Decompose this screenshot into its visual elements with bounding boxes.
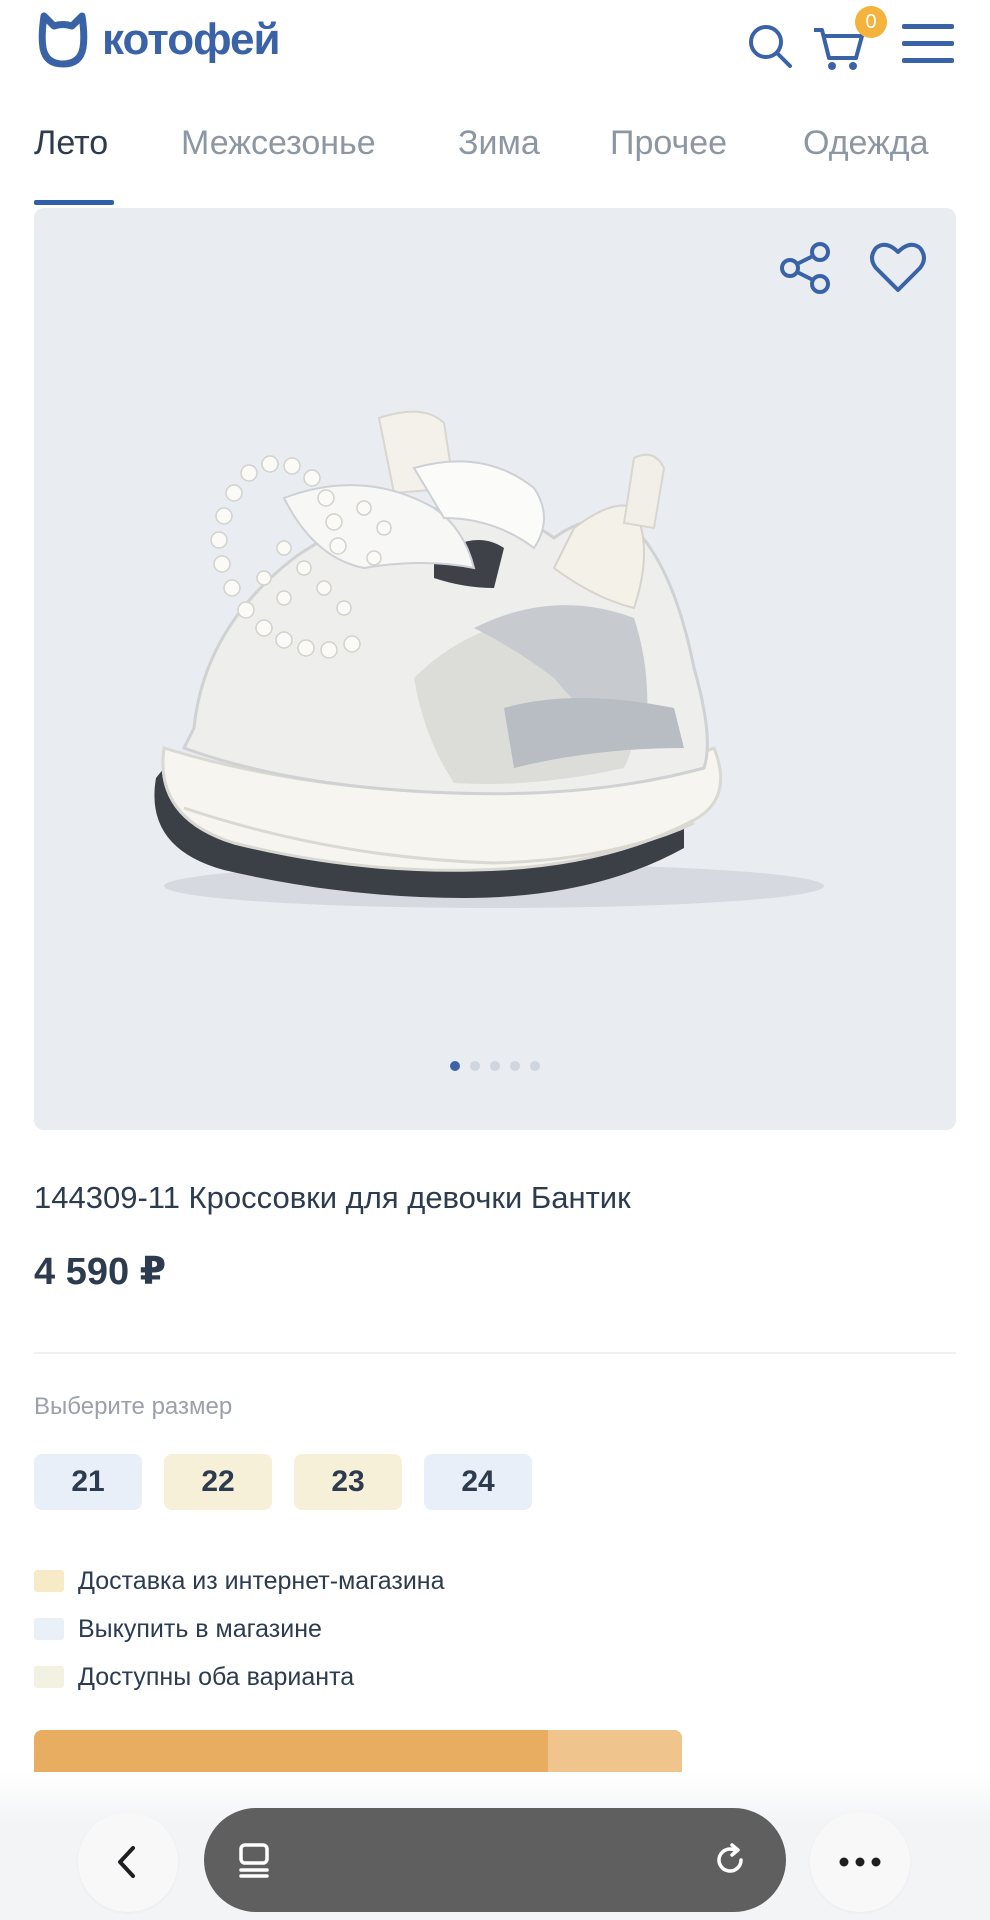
- product-photo: [154, 410, 824, 908]
- favorite-heart-icon[interactable]: [868, 238, 928, 298]
- menu-icon[interactable]: [898, 14, 958, 74]
- more-dots-icon: [839, 1857, 881, 1867]
- legend-swatch-store: [34, 1618, 64, 1640]
- logo[interactable]: котофей: [38, 8, 281, 72]
- availability-legend: Доставка из интернет-магазина Выкупить в…: [34, 1557, 445, 1701]
- add-to-cart-button[interactable]: [34, 1730, 682, 1772]
- size-option-24[interactable]: 24: [424, 1454, 532, 1510]
- legend-text: Доступны оба варианта: [78, 1662, 355, 1691]
- legend-item: Выкупить в магазине: [34, 1605, 445, 1653]
- tab-clothing[interactable]: Одежда: [803, 124, 929, 163]
- legend-swatch-delivery: [34, 1570, 64, 1592]
- share-icon[interactable]: [776, 238, 836, 298]
- search-icon[interactable]: [744, 14, 796, 74]
- more-options-button[interactable]: [810, 1812, 910, 1912]
- product-image-gallery[interactable]: [34, 208, 956, 1130]
- tab-demi-season[interactable]: Межсезонье: [181, 124, 376, 163]
- address-bar[interactable]: [204, 1808, 786, 1912]
- category-tabs: Лето Межсезонье Зима Прочее Одежда: [0, 96, 990, 206]
- logo-text: котофей: [102, 15, 281, 64]
- gallery-pagination: [34, 1061, 956, 1071]
- site-header: котофей 0: [0, 0, 990, 92]
- size-option-23[interactable]: 23: [294, 1454, 402, 1510]
- legend-swatch-both: [34, 1666, 64, 1688]
- gallery-dot[interactable]: [530, 1061, 540, 1071]
- add-to-cart-button-segment: [548, 1730, 682, 1772]
- size-option-21[interactable]: 21: [34, 1454, 142, 1510]
- size-option-22[interactable]: 22: [164, 1454, 272, 1510]
- size-selector-label: Выберите размер: [34, 1393, 233, 1420]
- tab-summer[interactable]: Лето: [34, 124, 108, 163]
- cart-count-badge: 0: [855, 6, 887, 38]
- product-title: 144309-11 Кроссовки для девочки Бантик: [34, 1180, 631, 1215]
- tab-other[interactable]: Прочее: [610, 124, 727, 163]
- gallery-dot[interactable]: [510, 1061, 520, 1071]
- tabs-icon-wrap[interactable]: [234, 1808, 274, 1912]
- browser-toolbar: [0, 1772, 990, 1920]
- legend-text: Доставка из интернет-магазина: [78, 1566, 445, 1595]
- chevron-left-icon: [118, 1846, 135, 1878]
- gallery-dot[interactable]: [490, 1061, 500, 1071]
- tabs-overview-icon: [239, 1843, 269, 1878]
- active-tab-indicator: [34, 200, 114, 205]
- divider: [34, 1352, 956, 1354]
- legend-item: Доступны оба варианта: [34, 1653, 445, 1701]
- product-price: 4 590 ₽: [34, 1251, 167, 1293]
- legend-text: Выкупить в магазине: [78, 1614, 322, 1643]
- gallery-dot[interactable]: [470, 1061, 480, 1071]
- reload-icon: [717, 1843, 743, 1873]
- size-options: 21 22 23 24: [34, 1454, 532, 1510]
- legend-item: Доставка из интернет-магазина: [34, 1557, 445, 1605]
- reload-icon-wrap[interactable]: [710, 1808, 750, 1912]
- tab-winter[interactable]: Зима: [458, 124, 540, 163]
- cat-logo-icon: [38, 12, 88, 68]
- gallery-dot[interactable]: [450, 1061, 460, 1071]
- back-button[interactable]: [78, 1812, 178, 1912]
